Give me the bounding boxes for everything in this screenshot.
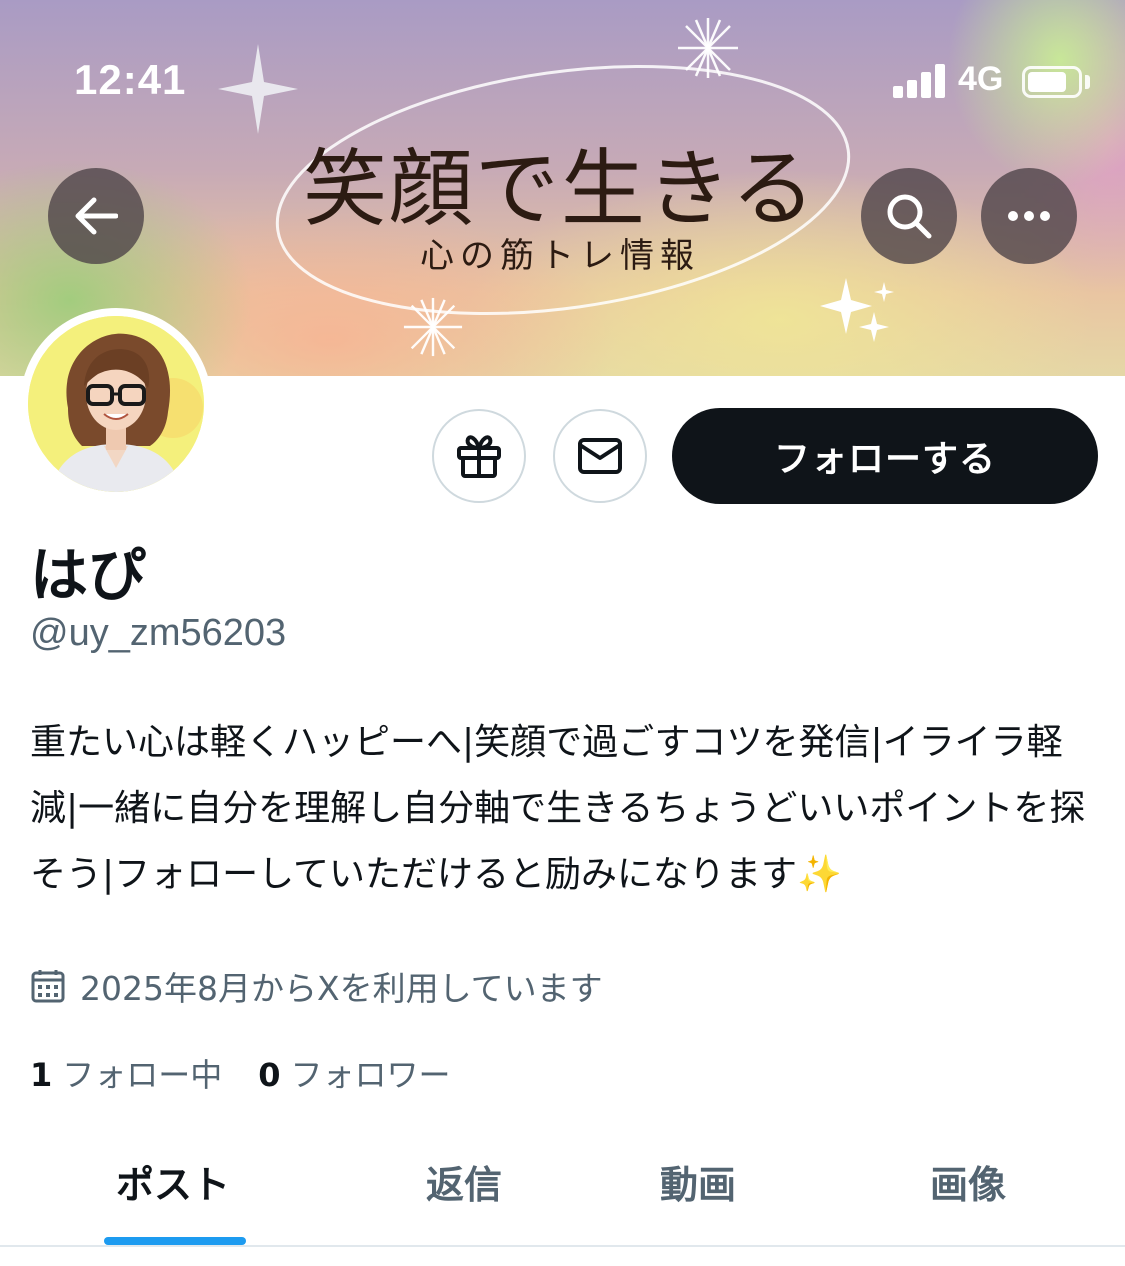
- joined-date: 2025年8月からXを利用しています: [30, 962, 603, 1010]
- tab-replies[interactable]: 返信: [426, 1154, 502, 1209]
- user-handle: @uy_zm56203: [30, 612, 287, 654]
- gift-icon: [457, 435, 501, 478]
- network-type: 4G: [958, 60, 1004, 98]
- following-stat[interactable]: 1 フォロー中: [30, 1050, 222, 1096]
- joined-text: 2025年8月からXを利用しています: [80, 969, 603, 1008]
- follow-stats: 1 フォロー中 0 フォロワー: [30, 1050, 487, 1096]
- search-button[interactable]: [861, 168, 957, 264]
- battery-icon: [1022, 66, 1082, 98]
- more-options-button[interactable]: [981, 168, 1077, 264]
- status-time: 12:41: [74, 56, 187, 103]
- display-name: はぴ: [30, 541, 147, 609]
- battery-tip: [1085, 75, 1090, 89]
- profile-tabs: ポスト 返信 動画 画像: [0, 1140, 1125, 1246]
- tab-images[interactable]: 画像: [930, 1154, 1006, 1209]
- avatar-image: [28, 316, 204, 492]
- signal-bars-icon: [893, 64, 945, 98]
- search-icon: [887, 194, 932, 239]
- followers-label: フォロワー: [290, 1056, 451, 1094]
- tab-posts[interactable]: ポスト: [116, 1154, 230, 1209]
- follow-button[interactable]: フォローする: [672, 408, 1098, 504]
- followers-stat[interactable]: 0 フォロワー: [258, 1050, 450, 1096]
- back-button[interactable]: [48, 168, 144, 264]
- message-button[interactable]: [553, 409, 647, 503]
- more-horizontal-icon: [1008, 211, 1050, 221]
- followers-count: 0: [258, 1056, 281, 1094]
- tabs-divider: [0, 1245, 1125, 1247]
- calendar-icon: [31, 970, 65, 1003]
- following-count: 1: [30, 1056, 53, 1094]
- sparkle-icon: [678, 18, 738, 78]
- sparkle-icon: [403, 297, 463, 357]
- envelope-icon: [578, 438, 622, 474]
- following-label: フォロー中: [62, 1056, 223, 1094]
- gift-button[interactable]: [432, 409, 526, 503]
- tab-videos[interactable]: 動画: [660, 1154, 736, 1209]
- arrow-left-icon: [75, 197, 118, 235]
- avatar[interactable]: [20, 308, 212, 500]
- profile-bio: 重たい心は軽くハッピーへ|笑顔で過ごすコツを発信|イライラ軽減|一緒に自分を理解…: [30, 722, 1086, 895]
- banner-subtitle: 心の筋トレ情報: [420, 236, 700, 276]
- banner-title: 笑顔で生きる: [302, 140, 818, 238]
- sparkle-icon: [218, 44, 298, 134]
- sparkle-icon: [820, 278, 894, 342]
- active-tab-indicator: [104, 1237, 246, 1245]
